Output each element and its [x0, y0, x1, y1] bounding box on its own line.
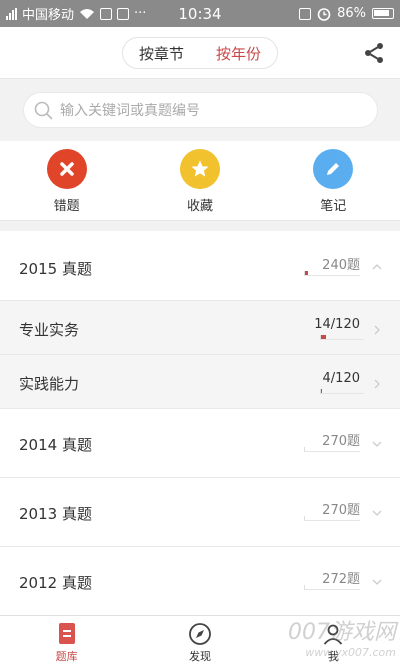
exam-title: 2015 真题 — [19, 260, 92, 278]
chevron-right-icon — [374, 325, 380, 335]
list-item-2013[interactable]: 2013 真题 270题 — [0, 478, 400, 547]
tab-by-chapter[interactable]: 按章节 — [139, 43, 184, 64]
tab-question-bank[interactable]: 题库 — [0, 616, 133, 667]
quick-actions: 错题 收藏 笔记 — [0, 141, 400, 221]
list-item-2015[interactable]: 2015 真题 240题 — [0, 231, 400, 301]
battery-icon — [372, 8, 394, 19]
subject-title: 专业实务 — [19, 321, 80, 339]
progress-bar — [304, 585, 360, 590]
list-item-practical-ability[interactable]: 实践能力 4/120 — [0, 355, 400, 409]
close-icon — [46, 149, 87, 189]
document-icon — [58, 623, 75, 644]
pencil-icon — [313, 149, 354, 189]
progress-bar — [304, 516, 360, 521]
cat-icon — [117, 7, 130, 20]
notes-label: 笔记 — [320, 199, 347, 214]
progress-bar — [320, 335, 364, 340]
carrier-label: 中国移动 — [22, 8, 75, 23]
vibrate-icon — [299, 7, 312, 20]
tab-discover-label: 发现 — [188, 650, 211, 663]
share-icon[interactable] — [362, 41, 386, 65]
search-input[interactable] — [60, 99, 360, 123]
progress-bar — [304, 447, 360, 452]
exam-title: 2014 真题 — [19, 436, 92, 454]
subject-title: 实践能力 — [19, 375, 80, 393]
chevron-down-icon — [372, 579, 382, 585]
tab-question-bank-label: 题库 — [55, 650, 78, 663]
tab-me[interactable]: 我 — [267, 616, 400, 667]
chevron-up-icon — [372, 264, 382, 270]
bottom-tab-bar: 题库 发现 我 — [0, 615, 400, 667]
list-item-professional-practice[interactable]: 专业实务 14/120 — [0, 301, 400, 355]
chevron-right-icon — [374, 379, 380, 389]
tab-by-year[interactable]: 按年份 — [216, 43, 261, 64]
progress-bar — [320, 389, 364, 394]
progress-count: 4/120 — [322, 371, 360, 386]
search-area — [0, 79, 400, 141]
wrong-questions-button[interactable]: 错题 — [17, 141, 117, 220]
header: 按章节 按年份 — [0, 27, 400, 79]
user-icon — [324, 624, 343, 645]
compass-icon — [189, 623, 211, 645]
signal-icon — [6, 7, 17, 20]
search-icon — [34, 101, 53, 120]
star-icon — [179, 149, 220, 189]
tab-discover[interactable]: 发现 — [133, 616, 266, 667]
exam-list: 2015 真题 240题 专业实务 14/120 实践能力 4/120 2014… — [0, 231, 400, 615]
chevron-down-icon — [372, 441, 382, 447]
view-mode-toggle: 按章节 按年份 — [122, 37, 278, 69]
wrong-questions-label: 错题 — [53, 199, 80, 214]
favorites-button[interactable]: 收藏 — [150, 141, 250, 220]
progress-count: 14/120 — [314, 317, 360, 332]
tab-me-label: 我 — [327, 650, 339, 663]
search-box — [23, 92, 378, 128]
list-item-2012[interactable]: 2012 真题 272题 — [0, 547, 400, 615]
more-icon: ··· — [134, 6, 147, 21]
status-bar: 中国移动 ··· 10:34 86% — [0, 0, 400, 27]
exam-title: 2012 真题 — [19, 574, 92, 592]
wifi-icon — [80, 8, 95, 19]
chevron-down-icon — [372, 510, 382, 516]
alarm-icon — [317, 7, 331, 21]
list-item-2014[interactable]: 2014 真题 270题 — [0, 409, 400, 478]
battery-percent: 86% — [337, 6, 366, 21]
notes-button[interactable]: 笔记 — [283, 141, 383, 220]
progress-bar — [304, 271, 360, 276]
exam-title: 2013 真题 — [19, 505, 92, 523]
notification-icon — [100, 7, 113, 20]
favorites-label: 收藏 — [186, 199, 213, 214]
